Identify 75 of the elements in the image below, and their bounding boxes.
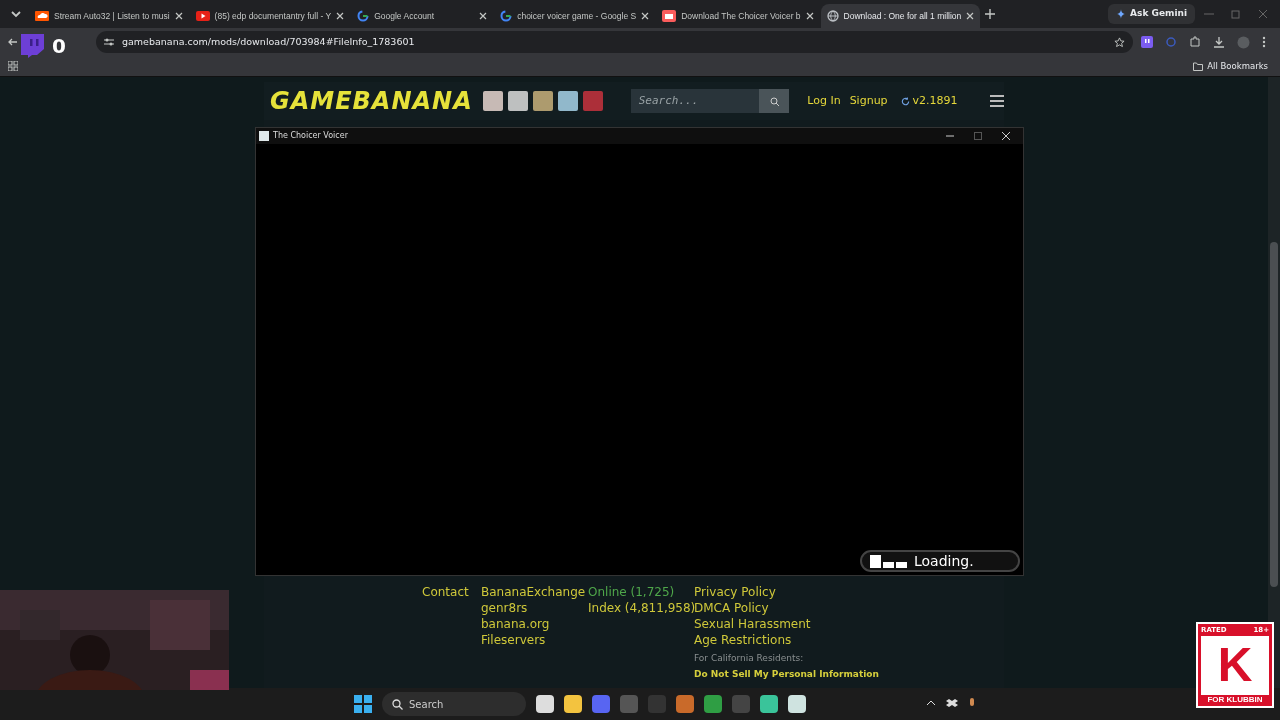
ask-gemini-button[interactable]: Ask Gemini	[1108, 4, 1195, 24]
close-icon[interactable]	[174, 12, 183, 20]
all-bookmarks-link[interactable]: All Bookmarks	[1193, 59, 1272, 73]
close-icon[interactable]	[336, 12, 345, 20]
footer-link[interactable]: Age Restrictions	[694, 632, 792, 648]
game-thumbnail-icon[interactable]	[557, 91, 578, 111]
scrollbar[interactable]	[1268, 77, 1280, 688]
game-thumbnail-icon[interactable]	[532, 91, 553, 111]
start-icon[interactable]	[354, 695, 372, 713]
footer-link[interactable]: banana.org	[481, 616, 550, 632]
browser-tab[interactable]: (85) edp documentantry full - Y	[189, 4, 351, 28]
tab-title: (85) edp documentantry full - Y	[214, 9, 332, 23]
tab-title: choicer voicer game - Google S	[517, 9, 637, 23]
badge-letter: K	[1217, 641, 1253, 690]
twitch-logo-icon	[18, 34, 44, 58]
loading-bars-icon	[870, 554, 908, 568]
game-thumbnail-icon[interactable]	[482, 91, 503, 111]
footer-link[interactable]: Online (1,725)	[588, 584, 675, 600]
app-icon	[259, 131, 269, 141]
loading-indicator: Loading.	[860, 550, 1020, 572]
footer-link[interactable]: Contact	[422, 584, 469, 600]
browser-tab[interactable]: Download The Choicer Voicer b	[656, 4, 820, 28]
back-arrow-icon[interactable]	[8, 37, 18, 47]
play-icon	[195, 11, 210, 21]
tab-title: Download : One for all 1 million	[843, 9, 962, 23]
browser-tab[interactable]: Google Account	[351, 4, 494, 28]
badge-caption: FOR KLUBBIN	[1206, 695, 1264, 705]
close-icon[interactable]	[479, 12, 488, 20]
minimize-icon[interactable]	[946, 132, 954, 140]
tab-title: Download The Choicer Voicer b	[681, 9, 801, 23]
search-field[interactable]: Search...	[630, 89, 790, 113]
footer-link[interactable]: Privacy Policy	[694, 584, 776, 600]
footer-link[interactable]: DMCA Policy	[694, 600, 769, 616]
plus-icon[interactable]	[985, 9, 996, 19]
tab-title: Stream Auto32 | Listen to musi	[54, 9, 170, 23]
apps-grid-icon[interactable]	[8, 61, 18, 71]
search-icon	[392, 698, 403, 710]
footer-link[interactable]: Index (4,811,958)	[588, 600, 696, 616]
sparkle-icon	[1116, 9, 1127, 19]
taskbar-search-field[interactable]: Search	[382, 692, 526, 716]
footer-link[interactable]: Sexual Harassment	[694, 616, 811, 632]
game-thumbnail-icon[interactable]	[582, 91, 603, 111]
browser-tab[interactable]: choicer voicer game - Google S	[494, 4, 656, 28]
menu-icon[interactable]	[989, 93, 1004, 109]
maximize-icon[interactable]	[974, 132, 982, 140]
viewer-count: 0	[52, 33, 66, 60]
globe-icon	[826, 10, 839, 22]
cloud-icon	[35, 11, 49, 21]
version-text: v2.1891	[912, 92, 958, 109]
browser-tab[interactable]: Download : One for all 1 million	[820, 4, 981, 28]
footer-link[interactable]: Do Not Sell My Personal Information	[694, 666, 879, 682]
site-settings-icon[interactable]	[104, 37, 114, 47]
footer-link[interactable]: BananaExchange	[481, 584, 586, 600]
close-icon[interactable]	[641, 12, 650, 20]
twitch-extension-icon[interactable]	[1141, 36, 1153, 48]
refresh-icon	[900, 96, 910, 106]
star-icon[interactable]	[1114, 36, 1125, 48]
search-icon[interactable]	[769, 96, 779, 106]
footer-link[interactable]: Fileservers	[481, 632, 546, 648]
footer-note: For California Residents:	[694, 652, 804, 665]
nav-link[interactable]: Log In	[807, 92, 841, 110]
shop-icon	[662, 10, 677, 22]
chevron-up-icon[interactable]	[926, 698, 936, 708]
close-icon[interactable]	[966, 12, 975, 20]
close-icon[interactable]	[805, 12, 814, 20]
nav-link[interactable]: Signup	[849, 92, 888, 110]
version-label[interactable]: v2.1891	[900, 92, 958, 110]
game-thumbnail-icon[interactable]	[507, 91, 528, 111]
download-icon[interactable]	[1213, 36, 1225, 48]
footer-link[interactable]: genr8rs	[481, 600, 528, 616]
browser-tab[interactable]: Stream Auto32 | Listen to musi	[29, 4, 189, 28]
more-icon[interactable]	[1262, 36, 1266, 48]
tab-title: Google Account	[374, 9, 436, 23]
window-title: The Choicer Voicer	[273, 130, 349, 142]
site-logo[interactable]: GAMEBANANA	[270, 83, 473, 119]
